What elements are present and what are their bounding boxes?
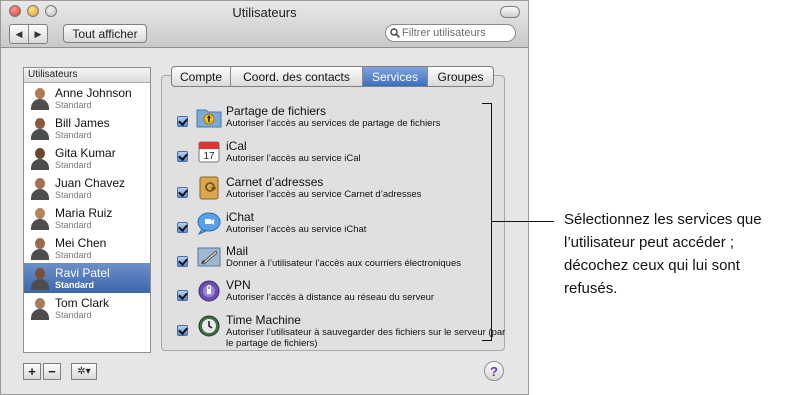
users-list-header: Utilisateurs [24, 68, 150, 83]
service-description: Donner à l’utilisateur l’accès aux courr… [226, 258, 461, 269]
avatar [30, 176, 50, 200]
service-row: Mail Donner à l’utilisateur l’accès aux c… [177, 244, 507, 270]
svg-text:17: 17 [203, 151, 215, 162]
service-checkbox[interactable] [177, 187, 188, 198]
service-row: VPN Autoriser l’accès à distance au résea… [177, 278, 507, 304]
service-description: Autoriser l’utilisateur à sauvegarder de… [226, 327, 506, 349]
ichat-icon [196, 210, 222, 236]
avatar [30, 206, 50, 230]
service-checkbox[interactable] [177, 222, 188, 233]
user-name: Bill James [55, 115, 110, 130]
service-checkbox[interactable] [177, 325, 188, 336]
window-title: Utilisateurs [232, 5, 297, 20]
service-title: iChat [226, 210, 255, 224]
help-button[interactable]: ? [484, 361, 504, 381]
service-title: Time Machine [226, 313, 301, 327]
title-bar: Utilisateurs ◀ ▶ Tout afficher [1, 1, 528, 48]
service-title: iCal [226, 139, 247, 153]
service-row: Carnet d’adresses Autoriser l’accès au se… [177, 175, 507, 201]
file-sharing-icon [196, 104, 222, 130]
back-button[interactable]: ◀ [10, 25, 28, 43]
avatar [30, 296, 50, 320]
user-row[interactable]: Gita Kumar Standard [24, 143, 150, 173]
service-title: Partage de fichiers [226, 104, 327, 118]
toolbar-toggle-button[interactable] [500, 6, 520, 18]
user-role: Standard [55, 279, 95, 290]
service-row: Partage de fichiers Autoriser l’accès au … [177, 104, 507, 130]
service-checkbox[interactable] [177, 151, 188, 162]
vpn-icon [196, 278, 222, 304]
avatar [30, 236, 50, 260]
user-name: Anne Johnson [55, 85, 132, 100]
remove-user-button[interactable]: − [43, 363, 61, 380]
user-name: Tom Clark [55, 295, 110, 310]
avatar [30, 146, 50, 170]
add-user-button[interactable]: + [23, 363, 41, 380]
ical-icon: 17 [196, 139, 222, 165]
service-checkbox[interactable] [177, 256, 188, 267]
user-role: Standard [55, 309, 92, 320]
forward-button[interactable]: ▶ [28, 25, 47, 43]
preferences-window: Utilisateurs ◀ ▶ Tout afficher Utilisate… [0, 0, 529, 395]
search-icon [390, 28, 400, 38]
avatar [30, 116, 50, 140]
nav-segment: ◀ ▶ [9, 24, 48, 44]
avatar [30, 266, 50, 290]
service-title: Carnet d’adresses [226, 175, 324, 189]
user-name: Maria Ruiz [55, 205, 113, 220]
service-description: Autoriser l’accès au services de partage… [226, 118, 441, 129]
service-title: Mail [226, 244, 249, 258]
time-machine-icon [196, 313, 222, 339]
search-field[interactable] [385, 24, 516, 42]
user-role: Standard [55, 99, 92, 110]
service-description: Autoriser l’accès au service iCal [226, 153, 361, 164]
user-role: Standard [55, 219, 92, 230]
tab-services[interactable]: Services [362, 67, 427, 86]
service-description: Autoriser l’accès au service iChat [226, 224, 367, 235]
user-row[interactable]: Anne Johnson Standard [24, 83, 150, 113]
user-row[interactable]: Mei Chen Standard [24, 233, 150, 263]
tab-groupes[interactable]: Groupes [427, 67, 493, 86]
users-list: Utilisateurs Anne Johnson Standard Bill Ja… [23, 67, 151, 353]
mail-icon [196, 244, 222, 270]
service-checkbox[interactable] [177, 116, 188, 127]
service-row: Time Machine Autoriser l’utilisateur à sa… [177, 313, 507, 349]
tab-bar: Compte Coord. des contacts Services Grou… [171, 66, 494, 87]
callout-text: Sélectionnez les services que l’utilisat… [564, 211, 762, 297]
service-description: Autoriser l’accès à distance au réseau d… [226, 292, 435, 303]
user-role: Standard [55, 159, 92, 170]
user-row[interactable]: Tom Clark Standard [24, 293, 150, 323]
search-input[interactable] [402, 27, 512, 39]
service-row: iChat Autoriser l’accès au service iChat [177, 210, 507, 236]
user-row[interactable]: Bill James Standard [24, 113, 150, 143]
address-book-icon [196, 175, 222, 201]
service-description: Autoriser l’accès au service Carnet d’ad… [226, 189, 422, 200]
service-title: VPN [226, 278, 251, 292]
avatar [30, 86, 50, 110]
callout-leader-line [492, 221, 554, 222]
user-row[interactable]: Juan Chavez Standard [24, 173, 150, 203]
user-name: Mei Chen [55, 235, 107, 250]
user-role: Standard [55, 189, 92, 200]
user-name: Juan Chavez [55, 175, 126, 190]
user-role: Standard [55, 129, 92, 140]
user-role: Standard [55, 249, 92, 260]
user-name: Ravi Patel [55, 265, 110, 280]
user-row[interactable]: Maria Ruiz Standard [24, 203, 150, 233]
user-row[interactable]: Ravi Patel Standard [24, 263, 150, 293]
action-menu-button[interactable]: ✲▾ [71, 363, 97, 380]
user-name: Gita Kumar [55, 145, 116, 160]
tab-contacts[interactable]: Coord. des contacts [230, 67, 362, 86]
show-all-button[interactable]: Tout afficher [63, 24, 147, 43]
tab-compte[interactable]: Compte [172, 67, 230, 86]
service-checkbox[interactable] [177, 290, 188, 301]
services-bracket [482, 103, 492, 341]
service-row: 17 iCal Autoriser l’accès au service iCal [177, 139, 507, 165]
